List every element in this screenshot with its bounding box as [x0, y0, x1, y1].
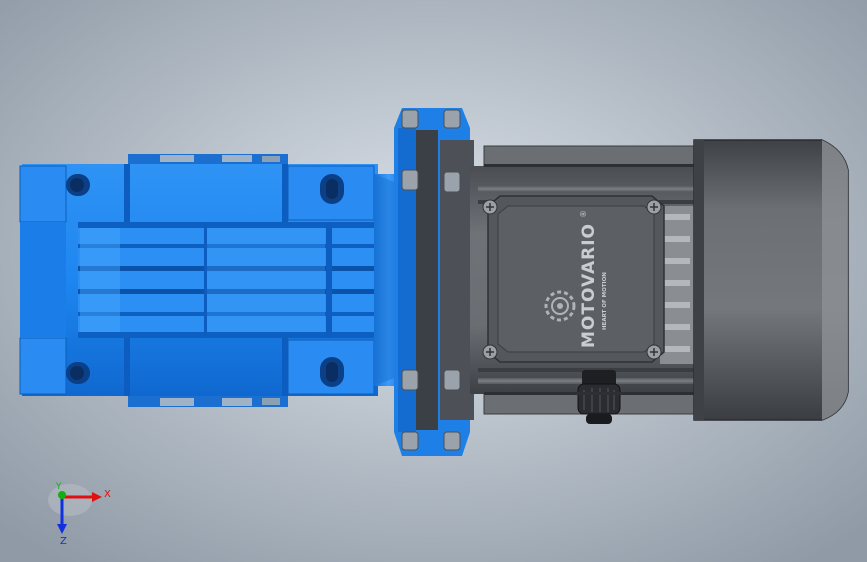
y-axis-dot-icon — [58, 491, 66, 499]
y-axis-label: Y — [55, 482, 62, 492]
motor-tie-rod-top — [484, 164, 694, 167]
gearbox-left-foot-top — [19, 165, 67, 223]
gearbox-left-face — [20, 222, 66, 338]
terminal-screw-bottom-left — [482, 344, 498, 360]
flange-bolt-mid-bottom-2 — [443, 369, 461, 391]
terminal-box-panel — [497, 205, 655, 353]
flange-bolt-mid-top-1 — [401, 169, 419, 191]
flange-bolt-bottom-1 — [401, 431, 419, 451]
gearbox-left-foot-bottom — [19, 337, 67, 395]
gearbox-top-boss-right — [222, 155, 252, 162]
gearbox-center-fins — [78, 222, 374, 338]
z-axis-label: Z — [60, 536, 67, 547]
terminal-box[interactable]: MOTOVARIO ® HEART OF MOTION — [482, 195, 665, 363]
mounting-slot-bottom-left — [66, 362, 90, 384]
x-axis-label: X — [104, 489, 111, 500]
triad-shadow — [48, 484, 92, 516]
gearbox-bottom-boss-right — [222, 398, 252, 406]
flange-bolt-top-2 — [443, 109, 461, 129]
fan-cover-seam — [694, 140, 704, 420]
gearbox-bottom-boss-left — [160, 398, 194, 406]
flange-bolt-mid-bottom-1 — [401, 369, 419, 391]
terminal-screw-top-left — [482, 199, 498, 215]
gearbox-bottom-boss-end — [262, 398, 280, 405]
gear-motor-assembly[interactable]: MOTOVARIO ® HEART OF MOTION — [19, 108, 849, 456]
gearbox-top-boss-end — [262, 156, 280, 162]
gearbox-top-boss-left — [160, 155, 194, 162]
flange-bolt-bottom-2 — [443, 431, 461, 451]
motor-flange[interactable] — [394, 108, 474, 456]
flange-ring — [416, 130, 438, 430]
electric-motor[interactable]: MOTOVARIO ® HEART OF MOTION — [470, 145, 695, 424]
motor-top-housing — [483, 145, 695, 167]
fan-cover-end-cap — [822, 140, 848, 420]
motor-fan-cover[interactable] — [693, 139, 849, 421]
cable-gland-tip — [586, 414, 612, 424]
worm-gearbox[interactable] — [19, 154, 404, 407]
cad-viewport[interactable]: MOTOVARIO ® HEART OF MOTION X Y Z — [0, 0, 867, 562]
brand-text: MOTOVARIO — [579, 223, 599, 348]
mounting-slot-top-right — [320, 174, 344, 204]
mounting-slot-bottom-right — [320, 357, 344, 387]
terminal-screw-bottom-right — [646, 344, 662, 360]
motor-tie-rod-bottom — [484, 392, 694, 395]
registered-mark: ® — [579, 210, 588, 218]
flange-bolt-mid-top-2 — [443, 171, 461, 193]
mounting-slot-top-left — [66, 174, 90, 196]
cad-canvas[interactable]: MOTOVARIO ® HEART OF MOTION X Y Z — [0, 0, 867, 562]
terminal-screw-top-right — [646, 199, 662, 215]
flange-bolt-top-1 — [401, 109, 419, 129]
tagline-text: HEART OF MOTION — [602, 272, 608, 330]
